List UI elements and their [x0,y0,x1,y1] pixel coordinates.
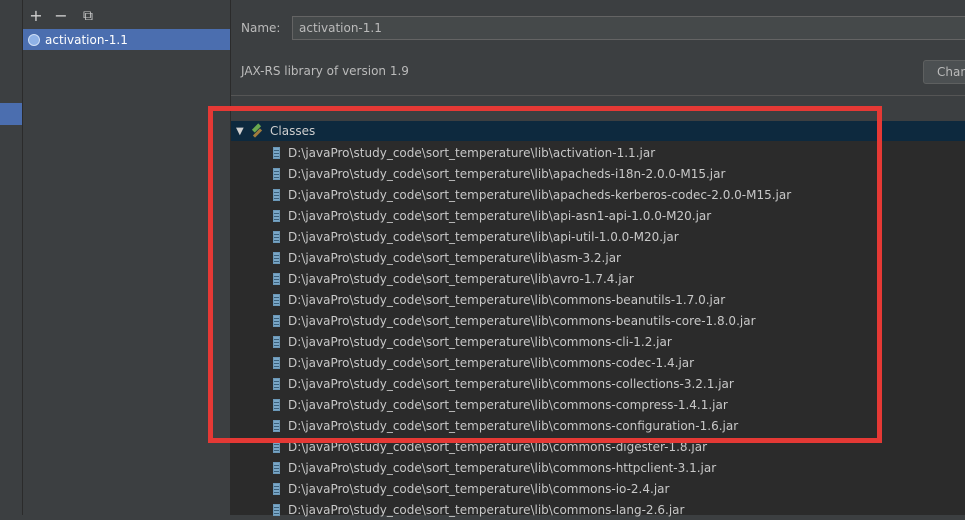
classes-node-label: Classes [270,124,316,138]
jar-path-label: D:\javaPro\study_code\sort_temperature\l… [288,292,726,307]
tree-node-jar[interactable]: D:\javaPro\study_code\sort_temperature\l… [273,457,716,478]
change-version-button[interactable]: Chan [923,60,965,84]
jar-file-icon [273,503,280,516]
copy-library-button[interactable]: ⧉ [79,7,97,25]
tree-node-jar[interactable]: D:\javaPro\study_code\sort_temperature\l… [273,478,669,499]
tree-node-jar[interactable]: D:\javaPro\study_code\sort_temperature\l… [273,163,725,184]
jar-path-label: D:\javaPro\study_code\sort_temperature\l… [288,229,679,244]
tree-node-jar[interactable]: D:\javaPro\study_code\sort_temperature\l… [273,226,679,247]
jar-file-icon [273,398,280,411]
jar-path-label: D:\javaPro\study_code\sort_temperature\l… [288,145,656,160]
jar-file-icon [273,167,280,180]
left-nav-selected-item[interactable] [0,103,22,125]
tree-node-jar[interactable]: D:\javaPro\study_code\sort_temperature\l… [273,268,634,289]
tree-node-classes[interactable]: ▼ Classes [231,121,965,141]
add-library-button[interactable]: + [27,7,45,25]
jar-file-icon [273,314,280,327]
jar-path-label: D:\javaPro\study_code\sort_temperature\l… [288,376,734,391]
jar-path-label: D:\javaPro\study_code\sort_temperature\l… [288,418,739,433]
tree-node-jar[interactable]: D:\javaPro\study_code\sort_temperature\l… [273,352,694,373]
jar-path-label: D:\javaPro\study_code\sort_temperature\l… [288,460,717,475]
jar-file-icon [273,419,280,432]
jar-path-label: D:\javaPro\study_code\sort_temperature\l… [288,166,726,181]
jar-path-label: D:\javaPro\study_code\sort_temperature\l… [288,250,621,265]
name-label: Name: [241,21,281,35]
tree-node-jar[interactable]: D:\javaPro\study_code\sort_temperature\l… [273,394,728,415]
jar-path-label: D:\javaPro\study_code\sort_temperature\l… [288,502,685,517]
tree-node-jar[interactable]: D:\javaPro\study_code\sort_temperature\l… [273,289,725,310]
jar-file-icon [273,230,280,243]
jar-path-label: D:\javaPro\study_code\sort_temperature\l… [288,271,634,286]
jar-path-label: D:\javaPro\study_code\sort_temperature\l… [288,481,670,496]
jar-path-label: D:\javaPro\study_code\sort_temperature\l… [288,397,728,412]
tree-node-jar[interactable]: D:\javaPro\study_code\sort_temperature\l… [273,205,711,226]
library-roots-tree[interactable]: ▼ Classes D:\javaPro\study_code\sort_tem… [231,121,965,517]
tree-node-jar[interactable]: D:\javaPro\study_code\sort_temperature\l… [273,310,756,331]
hammer-icon [251,125,265,137]
jar-path-label: D:\javaPro\study_code\sort_temperature\l… [288,187,792,202]
jar-path-label: D:\javaPro\study_code\sort_temperature\l… [288,334,672,349]
jar-file-icon [273,440,280,453]
tree-node-jar[interactable]: D:\javaPro\study_code\sort_temperature\l… [273,247,621,268]
tree-node-jar[interactable]: D:\javaPro\study_code\sort_temperature\l… [273,184,791,205]
jar-file-icon [273,293,280,306]
tree-node-jar[interactable]: D:\javaPro\study_code\sort_temperature\l… [273,142,655,163]
tree-node-jar[interactable]: D:\javaPro\study_code\sort_temperature\l… [273,331,672,352]
jar-path-label: D:\javaPro\study_code\sort_temperature\l… [288,355,695,370]
jar-file-icon [273,209,280,222]
name-input[interactable]: activation-1.1 [292,16,965,40]
jar-file-icon [273,356,280,369]
jar-file-icon [273,188,280,201]
jar-file-icon [273,461,280,474]
tree-node-jar[interactable]: D:\javaPro\study_code\sort_temperature\l… [273,436,707,457]
library-details-panel: Name: activation-1.1 JAX-RS library of v… [231,0,965,517]
left-nav-strip [0,0,23,515]
tree-node-jar[interactable]: D:\javaPro\study_code\sort_temperature\l… [273,499,684,520]
globe-icon [28,33,40,46]
jar-path-label: D:\javaPro\study_code\sort_temperature\l… [288,313,756,328]
jar-path-label: D:\javaPro\study_code\sort_temperature\l… [288,208,712,223]
jar-file-icon [273,146,280,159]
expand-triangle-icon[interactable]: ▼ [236,126,245,137]
library-list-item[interactable]: activation-1.1 [23,29,230,50]
jar-file-icon [273,482,280,495]
jar-file-icon [273,335,280,348]
tree-node-jar[interactable]: D:\javaPro\study_code\sort_temperature\l… [273,415,738,436]
jar-file-icon [273,272,280,285]
library-description: JAX-RS library of version 1.9 [241,64,409,78]
tree-node-jar[interactable]: D:\javaPro\study_code\sort_temperature\l… [273,373,734,394]
library-item-label: activation-1.1 [45,32,128,47]
jar-file-icon [273,251,280,264]
jar-path-label: D:\javaPro\study_code\sort_temperature\l… [288,439,707,454]
jar-file-icon [273,377,280,390]
divider [231,95,965,96]
remove-library-button[interactable]: − [52,7,70,25]
library-list-panel: + − ⧉ activation-1.1 [23,0,231,515]
